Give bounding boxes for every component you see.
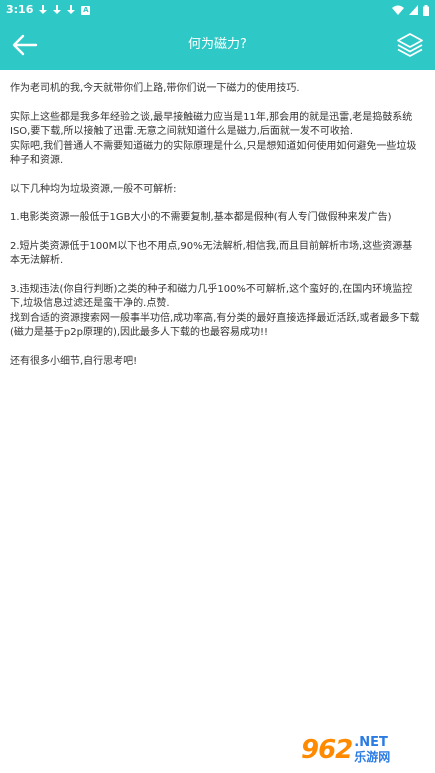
battery-icon [423,4,429,16]
download-icon [39,5,48,15]
paragraph-closing: 还有很多小细节,自行思考吧! [10,355,138,367]
page-title: 何为磁力? [188,37,247,52]
paragraph-principle: 实际吧,我们普通人不需要知道磁力的实际原理是什么,只是想知道如何使用如何避免一些… [10,140,417,167]
app-notification-icon: A [81,5,91,15]
wifi-icon [392,5,404,15]
paragraph-search-tip: 找到合适的资源搜索网一般事半功倍,成功率高,有分类的最好直接选择最近活跃,或者最… [10,312,420,339]
status-time: 3:16 [6,3,34,16]
layers-icon [397,33,423,57]
watermark-domain: .NET [354,735,388,750]
download-icon [67,5,76,15]
paragraph-item-3: 3.违规违法(你自行判断)之类的种子和磁力几乎100%不可解析,这个蛮好的,在国… [10,283,413,310]
layers-button[interactable] [395,30,425,60]
paragraph-experience: 实际上这些都是我多年经验之谈,最早接触磁力应当是11年,那会用的就是迅雷,老是捣… [10,111,413,138]
paragraph-junk-heading: 以下几种均为垃圾资源,一般不可解析: [10,183,177,195]
article-content: 作为老司机的我,今天就带你们上路,带你们说一下磁力的使用技巧. 实际上这些都是我… [10,82,422,369]
watermark-label: 乐游网 [354,750,391,764]
watermark-number: 962 [301,735,353,765]
paragraph-item-1: 1.电影类资源一般低于1GB大小的不需要复制,基本都是假种(有人专门做假种来发广… [10,212,392,223]
paragraph-item-2: 2.短片类资源低于100M以下也不用点,90%无法解析,相信我,而且目前解析市场… [10,240,413,267]
watermark-logo: 962 .NET 乐游网 [301,731,431,769]
download-icon [53,5,62,15]
paragraph-intro: 作为老司机的我,今天就带你们上路,带你们说一下磁力的使用技巧. [10,83,300,94]
status-bar: 3:16 A [0,0,435,20]
app-bar: 何为磁力? [0,20,435,70]
cellular-signal-icon [409,5,418,15]
